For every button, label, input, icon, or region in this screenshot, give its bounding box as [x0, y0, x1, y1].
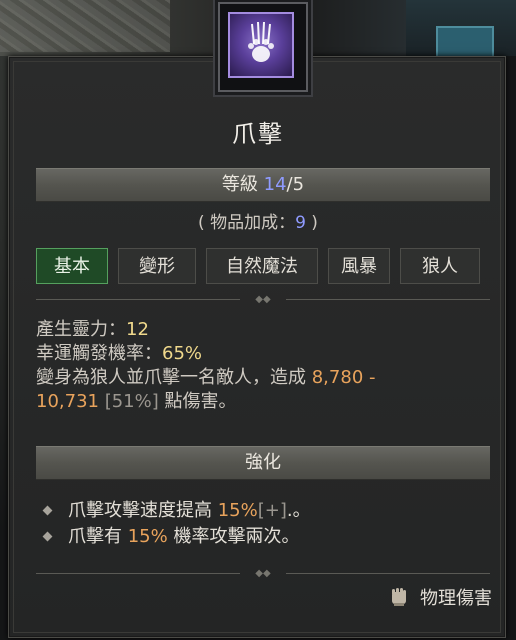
background-ui-tile	[436, 26, 494, 60]
enhancement-bullet: 爪擊有 15% 機率攻擊兩次。	[42, 524, 492, 550]
bullet1-value: 15%	[217, 500, 258, 521]
spirit-label: 產生靈力：	[36, 319, 126, 340]
divider-line-right	[286, 573, 490, 574]
level-current: 14	[263, 174, 287, 195]
tag-storm[interactable]: 風暴	[328, 248, 390, 284]
skill-title: 爪擊	[232, 120, 284, 148]
bullet2-suffix: 機率攻擊兩次。	[167, 526, 300, 547]
damage-bracket: [51%]	[98, 391, 165, 412]
damage-min: 8,780 -	[311, 367, 376, 388]
tag-nature-magic[interactable]: 自然魔法	[206, 248, 318, 284]
tag-basic[interactable]: 基本	[36, 248, 108, 284]
bullet2-prefix: 爪擊有	[68, 526, 128, 547]
bonus-value: 9	[295, 213, 306, 233]
bullet-diamond-icon	[42, 531, 53, 542]
bullet-diamond-icon	[42, 505, 53, 516]
fist-icon	[392, 588, 406, 606]
tag-shapeshift[interactable]: 變形	[118, 248, 196, 284]
section-divider: ◆◆	[36, 294, 490, 305]
item-bonus-line: ( 物品加成：9 )	[0, 208, 516, 233]
level-label: 等級	[221, 174, 258, 195]
bullet2-value: 15%	[127, 526, 168, 547]
level-max: /5	[286, 174, 305, 195]
desc-prefix: 變身為狼人並爪擊一名敵人，造成	[36, 367, 312, 388]
skill-stats: 產生靈力：12 幸運觸發機率：65% 變身為狼人並爪擊一名敵人，造成 8,780…	[36, 318, 506, 414]
divider-ornament-icon: ◆◆	[255, 568, 271, 579]
divider-line-left	[36, 299, 240, 300]
enhancement-list: 爪擊攻擊速度提高 15%[+].。 爪擊有 15% 機率攻擊兩次。	[42, 498, 492, 550]
spirit-generation-line: 產生靈力：12	[36, 318, 506, 342]
bonus-suffix: )	[305, 213, 318, 233]
background-right-ui	[406, 0, 516, 60]
spirit-value: 12	[126, 319, 149, 340]
bullet1-suffix: .。	[286, 500, 311, 521]
skill-icon-frame	[218, 2, 308, 92]
divider-line-right	[286, 299, 490, 300]
skill-level-bar: 等級 14/5	[36, 168, 490, 202]
tag-werewolf[interactable]: 狼人	[400, 248, 480, 284]
bonus-prefix: ( 物品加成：	[198, 213, 296, 233]
damage-type: 物理傷害	[388, 584, 492, 610]
damage-type-label: 物理傷害	[420, 588, 492, 609]
bottom-divider: ◆◆	[36, 568, 490, 579]
background-texture	[0, 0, 170, 52]
divider-ornament-icon: ◆◆	[255, 294, 271, 305]
bullet1-plus: [+]	[257, 500, 287, 521]
lucky-hit-value: 65%	[162, 343, 203, 364]
enhancement-header: 強化	[36, 446, 490, 480]
desc-suffix: 點傷害。	[164, 391, 237, 412]
enhancement-bullet: 爪擊攻擊速度提高 15%[+].。	[42, 498, 492, 524]
lucky-hit-line: 幸運觸發機率：65%	[36, 342, 506, 366]
bullet1-prefix: 爪擊攻擊速度提高	[68, 500, 218, 521]
lucky-hit-label: 幸運觸發機率：	[36, 343, 162, 364]
skill-description: 變身為狼人並爪擊一名敵人，造成 8,780 - 10,731 [51%] 點傷害…	[36, 366, 506, 414]
paw-claw-icon	[228, 12, 294, 78]
damage-max: 10,731	[36, 391, 99, 412]
divider-line-left	[36, 573, 240, 574]
